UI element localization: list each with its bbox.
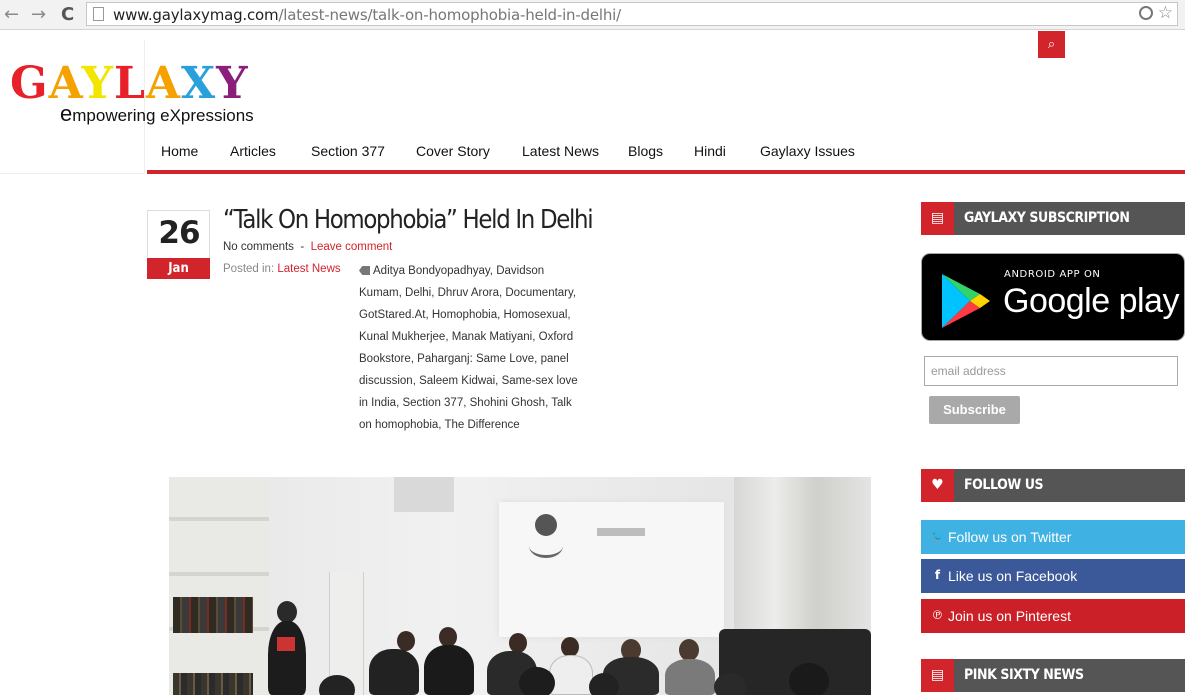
tag-link[interactable]: Kunal Mukherjee (359, 331, 445, 343)
tag-link[interactable]: GotStared.At (359, 309, 425, 321)
heart-icon: ♥ (921, 469, 954, 502)
facebook-like-button[interactable]: f Like us on Facebook (921, 559, 1185, 593)
forward-arrow-icon[interactable]: → (31, 4, 46, 25)
zoom-icon[interactable] (1139, 6, 1153, 20)
tag-link[interactable]: Saleem Kidwai (419, 375, 495, 387)
nav-home[interactable]: Home (161, 143, 198, 159)
tag-link[interactable]: Documentary (505, 287, 573, 299)
tag-link[interactable]: Homosexual (503, 309, 567, 321)
pink-sixty-title: PINK SIXTY NEWS (964, 667, 1084, 683)
tagline-text: mpowering eXpressions (72, 106, 254, 125)
post-photo (169, 477, 871, 695)
search-button[interactable]: ⌕ (1038, 31, 1065, 58)
tag-link[interactable]: Shohini Ghosh (470, 397, 545, 409)
leave-comment-link[interactable]: Leave comment (311, 241, 393, 253)
subscribe-button[interactable]: Subscribe (929, 396, 1020, 424)
twitter-follow-button[interactable]: 🐦 Follow us on Twitter (921, 520, 1185, 554)
tag-link[interactable]: Manak Matiyani (452, 331, 533, 343)
post-tags: Aditya Bondyopadhyay, Davidson Kumam, De… (359, 260, 584, 436)
logo-letter: Y (216, 58, 249, 109)
site-logo[interactable]: GAYLAXY empowering eXpressions (10, 62, 254, 126)
newspaper-icon: ▤ (921, 659, 954, 692)
tag-link[interactable]: The Difference (444, 419, 519, 431)
nav-blogs[interactable]: Blogs (628, 143, 663, 159)
nav-latest-news[interactable]: Latest News (522, 143, 599, 159)
pinterest-join-button[interactable]: ℗ Join us on Pinterest (921, 599, 1185, 633)
reload-icon[interactable]: C (61, 4, 74, 25)
tag-link[interactable]: Dhruv Arora (438, 287, 499, 299)
subscription-title: GAYLAXY SUBSCRIPTION (964, 210, 1130, 226)
url-domain: www.gaylaxymag.com (113, 6, 279, 24)
address-bar[interactable]: www.gaylaxymag.com/latest-news/talk-on-h… (86, 2, 1178, 26)
logo-wordmark: GAYLAXY (10, 62, 249, 106)
posted-in: Posted in: Latest News (223, 263, 341, 275)
nav-cover-story[interactable]: Cover Story (416, 143, 490, 159)
tag-separator: , (567, 309, 571, 321)
follow-widget-head: ♥ FOLLOW US (921, 469, 1185, 502)
logo-letter: L (113, 58, 146, 109)
tag-link[interactable]: Homophobia (432, 309, 497, 321)
comments-link[interactable]: No comments (223, 241, 294, 253)
google-play-badge[interactable]: ANDROID APP ON Google play (921, 253, 1185, 341)
tag-link[interactable]: Paharganj: Same Love (417, 353, 534, 365)
meta-separator: - (300, 241, 305, 253)
logo-letter: A (145, 58, 182, 109)
post-month: Jan (147, 258, 210, 279)
pink-sixty-widget-head: ▤ PINK SIXTY NEWS (921, 659, 1185, 692)
logo-tagline: empowering eXpressions (60, 103, 254, 126)
logo-letter: G (10, 58, 49, 109)
browser-toolbar: ← → C www.gaylaxymag.com/latest-news/tal… (0, 0, 1185, 30)
bookmark-star-icon[interactable]: ☆ (1158, 3, 1173, 23)
back-arrow-icon[interactable]: ← (4, 4, 19, 25)
gplay-caption: ANDROID APP ON (1004, 269, 1101, 280)
url-path: /latest-news/talk-on-homophobia-held-in-… (278, 6, 621, 24)
tagline-e: e (60, 101, 73, 126)
main-nav: Home Articles Section 377 Cover Story La… (147, 134, 1185, 174)
tag-separator: , (572, 287, 577, 299)
tag-icon (359, 266, 370, 275)
page-icon (93, 7, 104, 21)
tag-link[interactable]: Delhi (405, 287, 431, 299)
tag-link[interactable]: Aditya Bondyopadhyay (373, 265, 490, 277)
nav-gaylaxy-issues[interactable]: Gaylaxy Issues (760, 143, 855, 159)
url-text: www.gaylaxymag.com/latest-news/talk-on-h… (113, 6, 621, 24)
pinterest-label: Join us on Pinterest (948, 608, 1071, 624)
facebook-icon: f (934, 568, 941, 582)
subscription-widget-head: ▤ GAYLAXY SUBSCRIPTION (921, 202, 1185, 235)
nav-articles[interactable]: Articles (230, 143, 276, 159)
twitter-icon: 🐦 (930, 529, 945, 543)
post-meta: No comments - Leave comment (223, 241, 392, 253)
twitter-label: Follow us on Twitter (948, 529, 1072, 545)
search-icon: ⌕ (1047, 37, 1056, 52)
posted-in-label: Posted in: (223, 263, 275, 275)
gplay-title: Google play (1003, 282, 1179, 320)
logo-letter: Y (81, 58, 114, 109)
tag-link[interactable]: Section 377 (402, 397, 463, 409)
newspaper-icon: ▤ (921, 202, 954, 235)
nav-hindi[interactable]: Hindi (694, 143, 726, 159)
post-title: “Talk On Homophobia” Held In Delhi (223, 205, 594, 235)
facebook-label: Like us on Facebook (948, 568, 1078, 584)
category-link[interactable]: Latest News (277, 263, 340, 275)
logo-letter: X (181, 58, 217, 109)
post-day: 26 (158, 215, 200, 251)
nav-section-377[interactable]: Section 377 (311, 143, 385, 159)
google-play-icon (942, 274, 990, 328)
email-field[interactable] (924, 356, 1178, 386)
post-date: 26 Jan (147, 210, 210, 279)
pinterest-icon: ℗ (931, 608, 944, 622)
follow-title: FOLLOW US (964, 477, 1044, 493)
